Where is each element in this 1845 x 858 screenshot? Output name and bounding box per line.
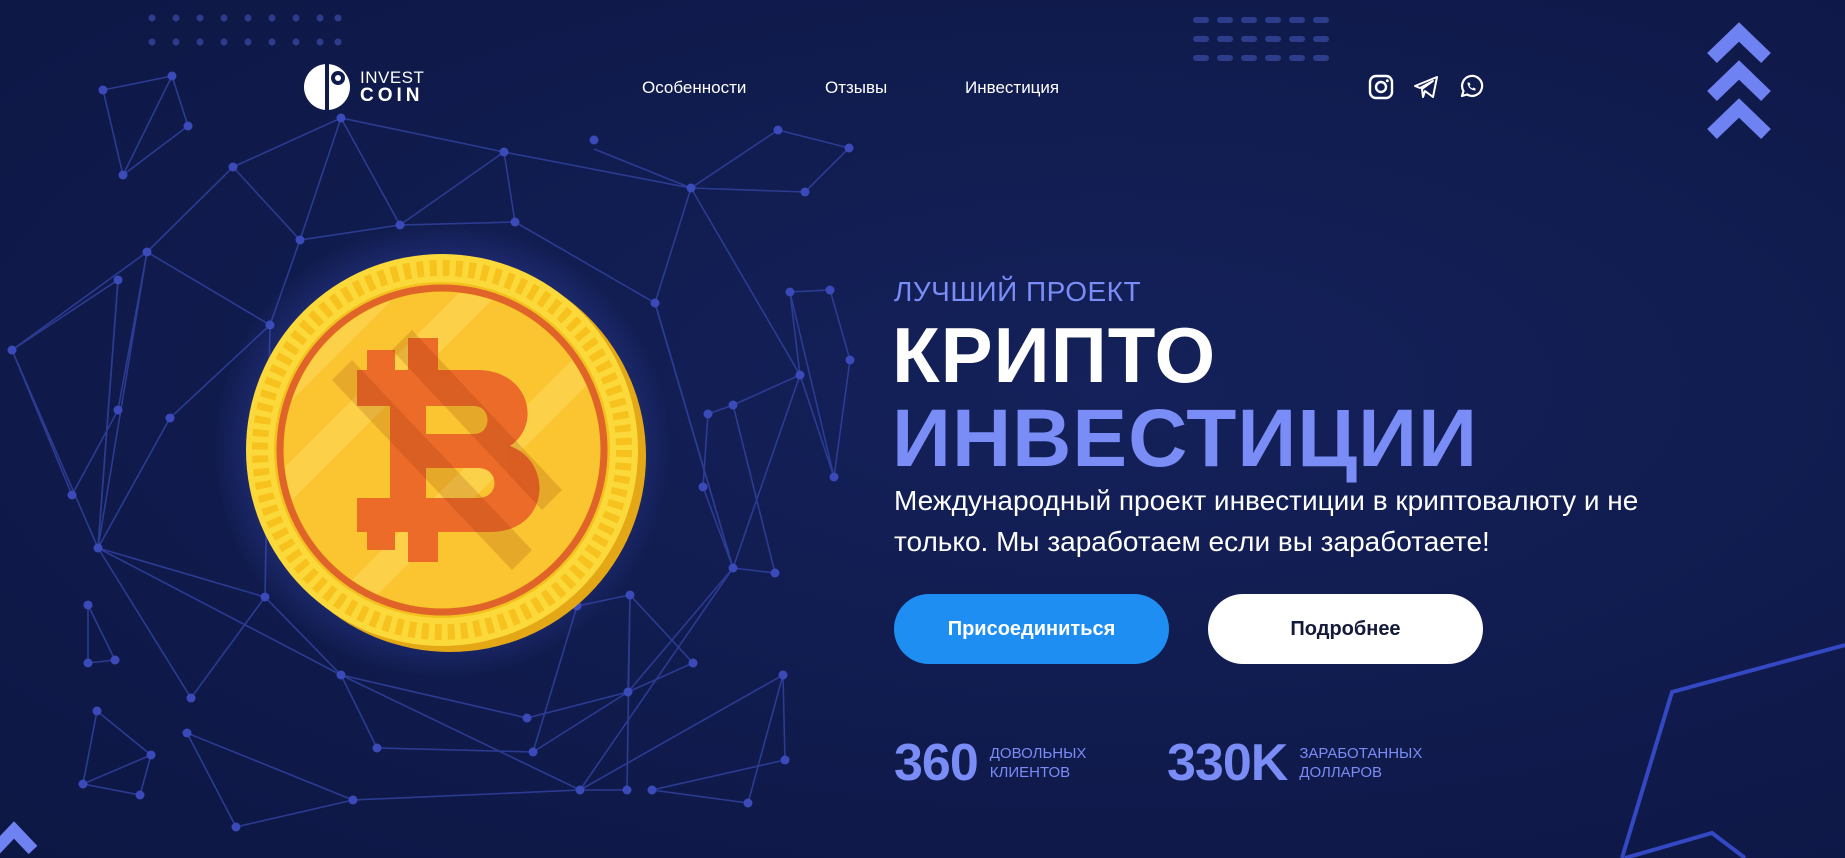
stat-dollars: 330K ЗАРАБОТАННЫХ ДОЛЛАРОВ [1167, 733, 1449, 793]
corner-lines-decoration [1620, 643, 1845, 858]
learn-more-button[interactable]: Подробнее [1208, 594, 1483, 664]
nav-item-reviews[interactable]: Отзывы [825, 78, 887, 98]
chevron-corner-decoration [0, 821, 38, 855]
instagram-icon[interactable] [1368, 74, 1394, 100]
dot-grid-decoration [148, 14, 342, 46]
nav-item-features[interactable]: Особенности [642, 78, 746, 98]
telegram-icon[interactable] [1413, 74, 1439, 100]
hero-description: Международный проект инвестиции в крипто… [894, 485, 1639, 557]
logo[interactable]: INVEST COIN [303, 63, 424, 111]
whatsapp-icon[interactable] [1458, 74, 1484, 100]
join-button[interactable]: Присоединиться [894, 594, 1169, 664]
hero-page: INVEST COIN Особенности Отзывы Инвестици… [0, 0, 1845, 858]
dash-decoration [1193, 17, 1338, 61]
hero-title-line2: ИНВЕСТИЦИИ [892, 393, 1479, 484]
bitcoin-coin-image [214, 222, 670, 678]
chevrons-up-decoration [1707, 22, 1771, 140]
logo-text-coin: COIN [360, 85, 424, 106]
stat-clients-value: 360 [894, 734, 979, 792]
hero-eyebrow: ЛУЧШИЙ ПРОЕКТ [894, 276, 1142, 307]
stat-clients-label: ДОВОЛЬНЫХ КЛИЕНТОВ [989, 745, 1087, 781]
nav-item-investment[interactable]: Инвестиция [965, 78, 1059, 98]
stat-dollars-value: 330K [1167, 734, 1288, 792]
stat-dollars-label: ЗАРАБОТАННЫХ ДОЛЛАРОВ [1299, 745, 1423, 781]
logo-icon [304, 63, 350, 111]
stat-clients: 360 ДОВОЛЬНЫХ КЛИЕНТОВ [894, 733, 1140, 793]
hero-title-line1: КРИПТО [892, 311, 1217, 399]
